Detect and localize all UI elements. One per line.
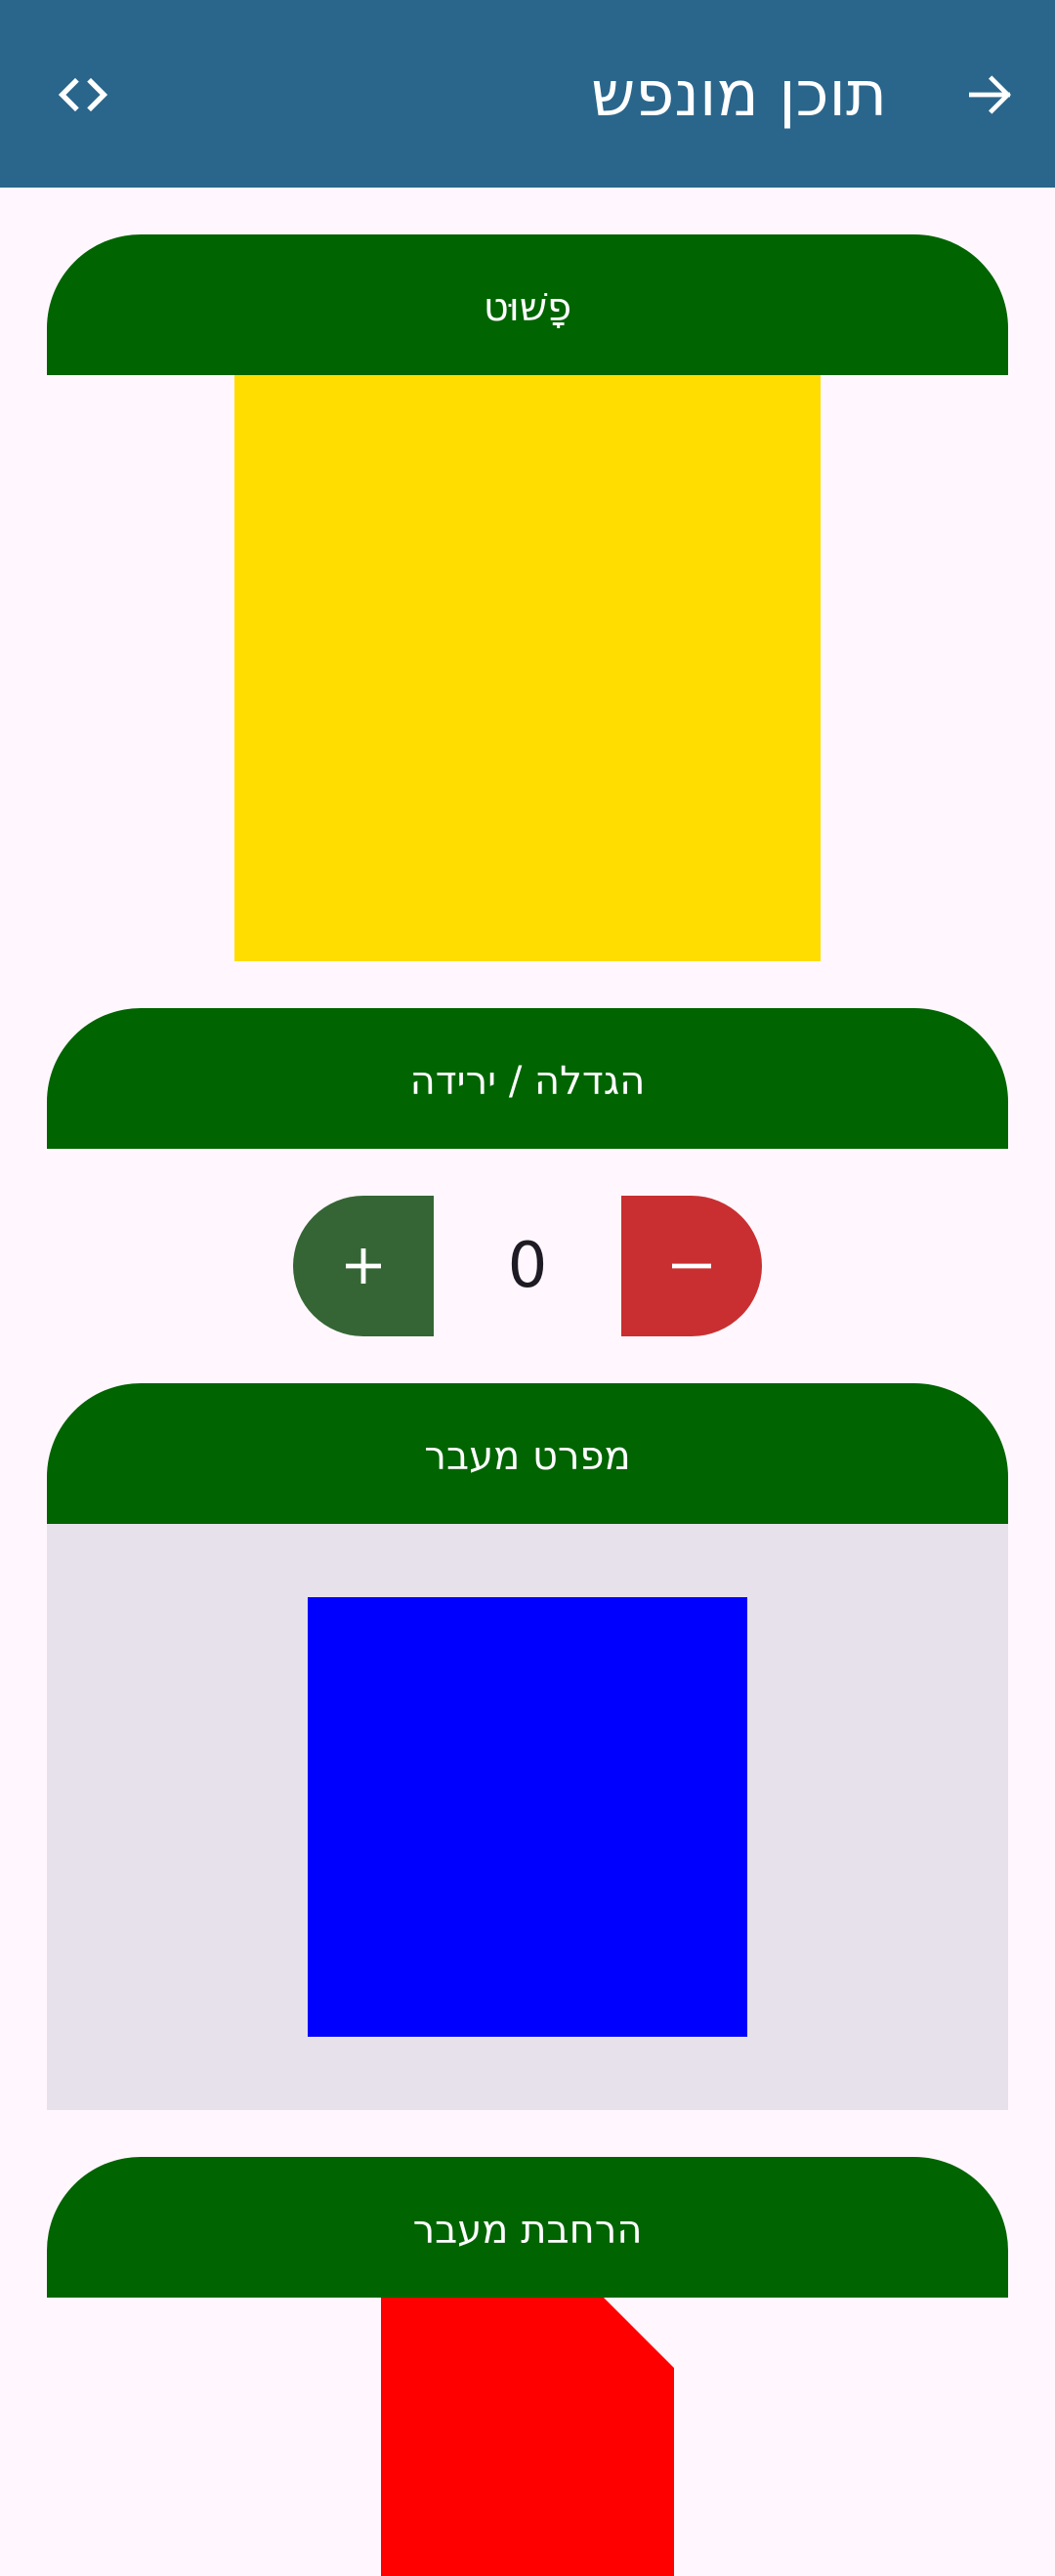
section-title-transition-spec: מפרט מעבר xyxy=(424,1434,631,1479)
minus-icon xyxy=(672,1263,711,1269)
code-icon xyxy=(58,77,108,112)
app-title: תוכן מונפש xyxy=(591,59,887,131)
counter-value: 0 xyxy=(507,1230,548,1302)
section-header-transition-expansion: הרחבת מעבר xyxy=(47,2157,1008,2298)
animated-red-shape[interactable] xyxy=(381,2298,674,2576)
increment-button[interactable] xyxy=(293,1196,434,1336)
decrement-button[interactable] xyxy=(621,1196,762,1336)
section-header-simple: פָשׁוּט xyxy=(47,234,1008,375)
section-header-increase-decrease: הגדלה / ירידה xyxy=(47,1008,1008,1149)
app-bar: תוכן מונפש xyxy=(0,0,1055,188)
animated-yellow-box xyxy=(234,375,821,961)
animated-blue-box xyxy=(308,1597,747,2037)
section-title-increase-decrease: הגדלה / ירידה xyxy=(409,1059,646,1104)
arrow-forward-icon xyxy=(969,75,1011,114)
section-header-transition-spec: מפרט מעבר xyxy=(47,1383,1008,1524)
view-code-button[interactable] xyxy=(39,51,127,139)
section-title-transition-expansion: הרחבת מעבר xyxy=(412,2208,643,2253)
plus-icon xyxy=(346,1248,381,1284)
back-button[interactable] xyxy=(946,51,1034,139)
section-title-simple: פָשׁוּט xyxy=(483,285,572,330)
